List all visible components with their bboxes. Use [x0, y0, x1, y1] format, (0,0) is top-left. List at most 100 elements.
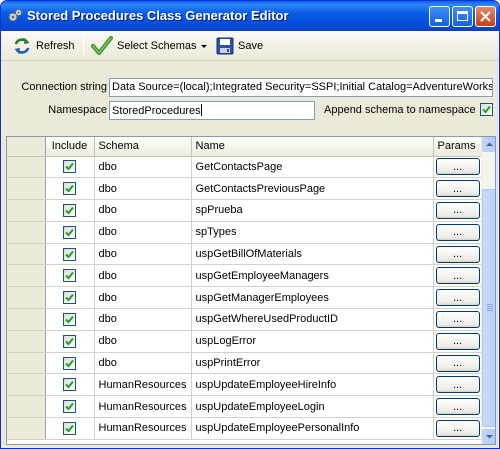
row-header-cell[interactable]: [7, 243, 46, 266]
row-header-cell[interactable]: [7, 373, 46, 397]
row-header-cell[interactable]: [7, 264, 46, 288]
include-checkbox[interactable]: [63, 269, 76, 283]
minimize-button[interactable]: [429, 6, 450, 27]
column-header-schema[interactable]: Schema: [94, 137, 192, 157]
table-row[interactable]: dbo uspGetManagerEmployees...: [7, 286, 483, 310]
row-header-cell[interactable]: [7, 352, 46, 375]
schema-cell[interactable]: dbo: [94, 156, 192, 179]
row-header-cell[interactable]: [7, 199, 46, 222]
name-cell[interactable]: GetContactsPage: [191, 156, 434, 179]
column-header-params[interactable]: Params: [433, 137, 483, 157]
scroll-up-button[interactable]: [482, 137, 495, 152]
schema-cell[interactable]: dbo: [94, 286, 192, 310]
row-header-cell[interactable]: [7, 308, 46, 331]
name-cell[interactable]: uspGetEmployeeManagers: [191, 264, 434, 288]
table-row[interactable]: dbo uspLogError...: [7, 330, 483, 353]
maximize-button[interactable]: [452, 6, 473, 27]
include-checkbox[interactable]: [63, 182, 76, 196]
include-checkbox[interactable]: [63, 421, 76, 435]
schema-cell[interactable]: dbo: [94, 308, 192, 331]
table-row[interactable]: dbo uspGetWhereUsedProductID...: [7, 308, 483, 331]
schema-cell[interactable]: dbo: [94, 221, 192, 244]
scroll-thumb[interactable]: [482, 189, 495, 427]
name-cell[interactable]: GetContactsPreviousPage: [191, 177, 434, 201]
name-cell[interactable]: uspGetBillOfMaterials: [191, 243, 434, 266]
schema-cell[interactable]: dbo: [94, 199, 192, 222]
append-schema-checkbox[interactable]: [480, 103, 493, 116]
table-row[interactable]: dbo uspGetEmployeeManagers...: [7, 264, 483, 288]
name-cell[interactable]: uspLogError: [191, 330, 434, 353]
include-checkbox[interactable]: [63, 291, 76, 305]
refresh-button[interactable]: Refresh: [9, 34, 78, 58]
include-checkbox[interactable]: [63, 160, 76, 174]
params-button[interactable]: ...: [435, 310, 480, 328]
name-cell[interactable]: spPrueba: [191, 199, 434, 222]
include-checkbox[interactable]: [63, 356, 76, 370]
schema-cell[interactable]: HumanResources: [94, 417, 192, 440]
include-checkbox[interactable]: [63, 378, 76, 392]
table-row[interactable]: dbo GetContactsPreviousPage...: [7, 177, 483, 201]
check-icon: [65, 206, 74, 215]
name-cell[interactable]: uspGetManagerEmployees: [191, 286, 434, 310]
row-header-cell[interactable]: [7, 395, 46, 419]
scroll-down-button[interactable]: [482, 429, 495, 444]
table-row[interactable]: dbo spPrueba...: [7, 199, 483, 222]
schema-cell[interactable]: dbo: [94, 177, 192, 201]
vertical-scrollbar[interactable]: [481, 137, 495, 444]
name-cell[interactable]: uspUpdateEmployeeHireInfo: [191, 373, 434, 397]
table-row[interactable]: HumanResources uspUpdateEmployeePersonalI…: [7, 417, 483, 440]
row-header-cell[interactable]: [7, 156, 46, 179]
include-cell: [45, 156, 95, 179]
name-cell[interactable]: uspPrintError: [191, 352, 434, 375]
schema-cell[interactable]: dbo: [94, 352, 192, 375]
include-cell: [45, 352, 95, 375]
title-bar[interactable]: Stored Procedures Class Generator Editor: [1, 1, 499, 31]
name-cell[interactable]: uspUpdateEmployeeLogin: [191, 395, 434, 419]
column-header-include[interactable]: Include: [45, 137, 95, 157]
save-button[interactable]: Save: [213, 34, 266, 58]
params-button[interactable]: ...: [435, 245, 480, 263]
row-header-cell[interactable]: [7, 286, 46, 310]
row-header-cell[interactable]: [7, 417, 46, 440]
table-row[interactable]: dbo spTypes...: [7, 221, 483, 244]
connection-string-input[interactable]: Data Source=(local);Integrated Security=…: [109, 78, 493, 97]
schema-cell[interactable]: dbo: [94, 264, 192, 288]
namespace-input[interactable]: StoredProcedures: [109, 101, 315, 120]
params-button[interactable]: ...: [435, 332, 480, 350]
schema-cell[interactable]: HumanResources: [94, 395, 192, 419]
include-checkbox[interactable]: [63, 312, 76, 326]
include-checkbox[interactable]: [63, 203, 76, 217]
table-row[interactable]: dbo uspGetBillOfMaterials...: [7, 243, 483, 266]
name-cell[interactable]: uspUpdateEmployeePersonalInfo: [191, 417, 434, 440]
include-checkbox[interactable]: [63, 400, 76, 414]
params-button[interactable]: ...: [435, 376, 480, 394]
table-row[interactable]: HumanResources uspUpdateEmployeeHireInfo.…: [7, 373, 483, 397]
params-button[interactable]: ...: [435, 223, 480, 241]
include-checkbox[interactable]: [63, 225, 76, 239]
name-cell[interactable]: uspGetWhereUsedProductID: [191, 308, 434, 331]
row-header-cell[interactable]: [7, 221, 46, 244]
schema-cell[interactable]: HumanResources: [94, 373, 192, 397]
name-cell[interactable]: spTypes: [191, 221, 434, 244]
table-row[interactable]: dbo uspPrintError...: [7, 352, 483, 375]
schema-cell[interactable]: dbo: [94, 243, 192, 266]
params-button[interactable]: ...: [435, 180, 480, 198]
params-button[interactable]: ...: [435, 158, 480, 176]
params-button[interactable]: ...: [435, 419, 480, 437]
close-button[interactable]: [475, 6, 496, 27]
include-checkbox[interactable]: [63, 334, 76, 348]
table-row[interactable]: HumanResources uspUpdateEmployeeLogin...: [7, 395, 483, 419]
params-button[interactable]: ...: [435, 289, 480, 307]
check-icon: [65, 272, 74, 280]
include-checkbox[interactable]: [63, 247, 76, 261]
row-header-cell[interactable]: [7, 177, 46, 201]
schema-cell[interactable]: dbo: [94, 330, 192, 353]
params-button[interactable]: ...: [435, 201, 480, 219]
row-header-cell[interactable]: [7, 330, 46, 353]
select-schemas-dropdown[interactable]: Select Schemas: [88, 34, 210, 58]
params-button[interactable]: ...: [435, 398, 480, 416]
params-button[interactable]: ...: [435, 354, 480, 372]
params-button[interactable]: ...: [435, 267, 480, 285]
column-header-name[interactable]: Name: [191, 137, 434, 157]
table-row[interactable]: dbo GetContactsPage...: [7, 156, 483, 179]
